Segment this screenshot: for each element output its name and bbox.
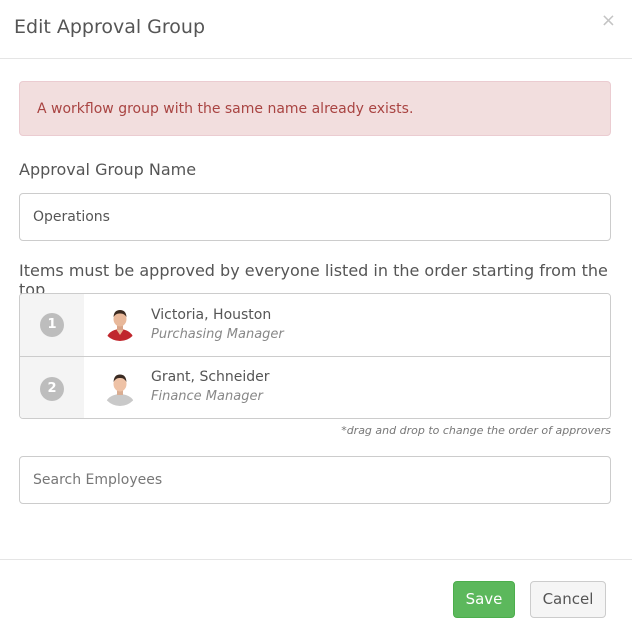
- approver-list: 1 Victoria, Houston Purchasing Manager 2: [19, 293, 611, 419]
- person-red-shirt-avatar: [102, 305, 138, 341]
- approver-name: Victoria, Houston: [151, 307, 272, 323]
- group-name-input[interactable]: [19, 193, 611, 241]
- cancel-button[interactable]: Cancel: [530, 581, 606, 618]
- modal-footer-divider: [0, 559, 632, 560]
- modal-title: Edit Approval Group: [14, 16, 206, 38]
- modal-header: Edit Approval Group ×: [0, 0, 632, 59]
- approver-title: Finance Manager: [151, 389, 263, 404]
- search-employees-input[interactable]: [19, 456, 611, 504]
- approver-name: Grant, Schneider: [151, 369, 270, 385]
- approver-row[interactable]: 2 Grant, Schneider Finance Manager: [20, 357, 610, 418]
- person-grey-shirt-avatar: [102, 370, 138, 406]
- close-icon[interactable]: ×: [601, 12, 616, 30]
- approver-title: Purchasing Manager: [151, 327, 284, 342]
- approver-row[interactable]: 1 Victoria, Houston Purchasing Manager: [20, 294, 610, 357]
- order-cell: 1: [20, 294, 84, 356]
- group-name-label: Approval Group Name: [19, 160, 197, 179]
- order-badge: 1: [40, 313, 64, 337]
- error-alert: A workflow group with the same name alre…: [19, 81, 611, 136]
- error-alert-message: A workflow group with the same name alre…: [37, 101, 414, 117]
- save-button[interactable]: Save: [453, 581, 515, 618]
- drag-hint: *drag and drop to change the order of ap…: [341, 424, 611, 437]
- order-cell: 2: [20, 357, 84, 418]
- order-badge: 2: [40, 377, 64, 401]
